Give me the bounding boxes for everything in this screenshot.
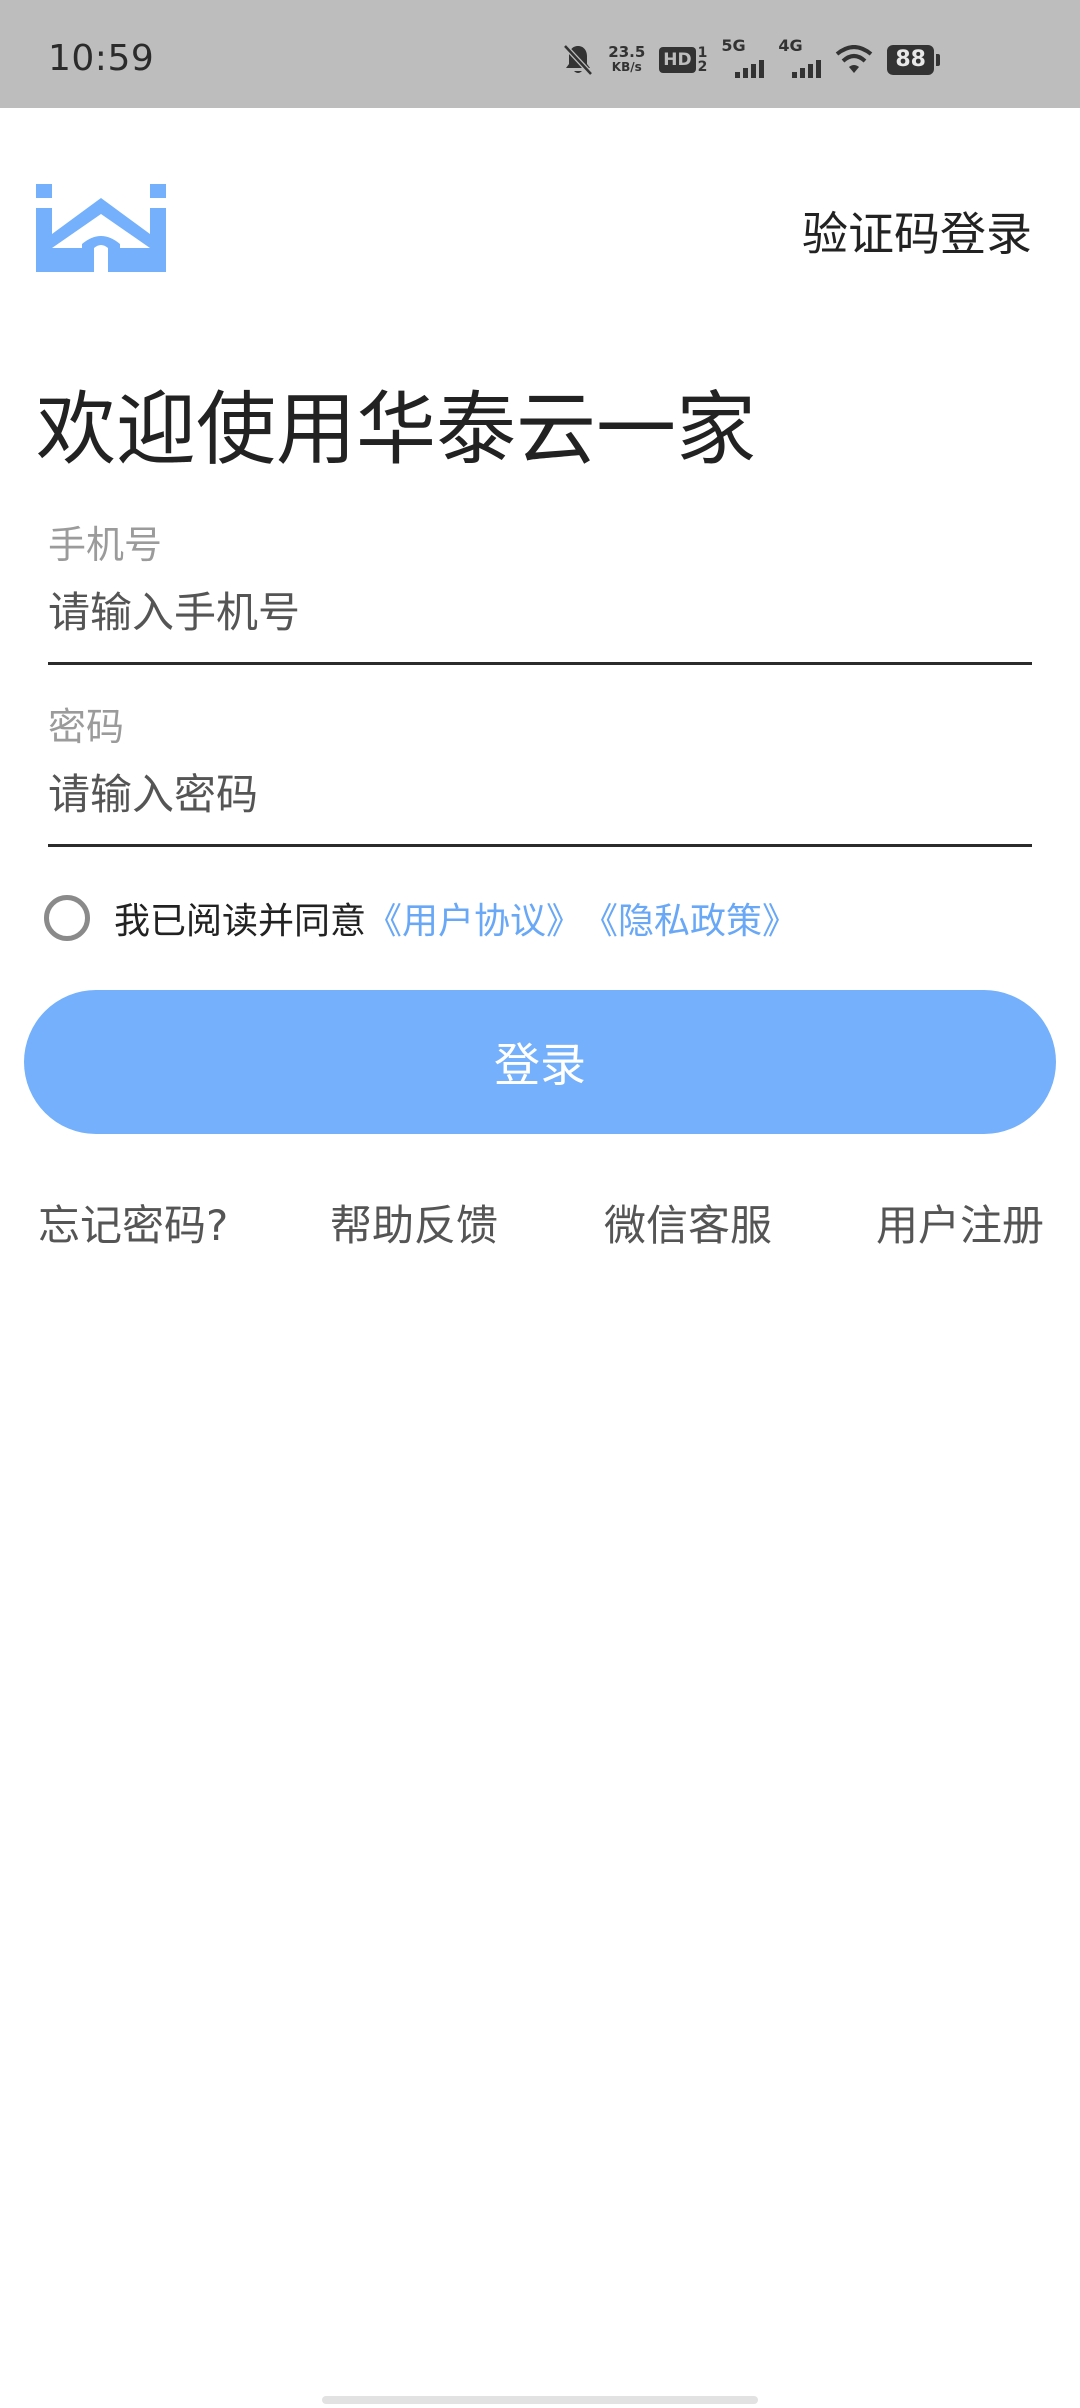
status-icons: 23.5 KB/s HD 1 2 5G 4G 88 (562, 36, 940, 80)
password-label: 密码 (48, 705, 125, 749)
hd-label: HD (659, 47, 696, 73)
wechat-service-link[interactable]: 微信客服 (604, 1192, 772, 1253)
forgot-password-link[interactable]: 忘记密码? (38, 1192, 228, 1253)
phone-field: 手机号 (48, 520, 1032, 665)
help-feedback-link[interactable]: 帮助反馈 (330, 1192, 498, 1253)
signal-5g-label: 5G (721, 36, 746, 55)
sms-code-login-link[interactable]: 验证码登录 (802, 198, 1032, 264)
password-input[interactable] (48, 766, 1032, 822)
battery-level: 88 (887, 45, 934, 75)
home-indicator[interactable] (322, 2396, 758, 2404)
agreement-text: 我已阅读并同意 (114, 901, 367, 942)
phone-label: 手机号 (48, 523, 163, 567)
signal-bars-icon (792, 58, 822, 78)
status-time: 10:59 (48, 38, 155, 79)
user-agreement-link[interactable]: 《用户协议》 (366, 892, 582, 944)
page-title: 欢迎使用华泰云一家 (36, 383, 756, 476)
home-logo-icon (36, 184, 166, 272)
privacy-policy-link[interactable]: 《隐私政策》 (582, 892, 798, 944)
phone-input[interactable] (48, 584, 1032, 640)
wifi-icon (836, 45, 873, 73)
password-field: 密码 (48, 702, 1032, 847)
net-speed-value: 23.5 (608, 43, 646, 61)
signal-4g: 4G (778, 36, 822, 78)
bottom-links: 忘记密码? 帮助反馈 微信客服 用户注册 (0, 1192, 1080, 1252)
hd-sim-numbers: 1 2 (698, 46, 708, 74)
status-bar: 10:59 23.5 KB/s HD 1 2 5G 4G 88 (0, 0, 1080, 108)
register-link[interactable]: 用户注册 (876, 1192, 1044, 1253)
agreement-row: 我已阅读并同意 《用户协议》 《隐私政策》 (44, 890, 798, 946)
bell-mute-icon (563, 44, 594, 76)
signal-bars-icon (735, 58, 765, 78)
signal-4g-label: 4G (778, 36, 803, 55)
agreement-radio[interactable] (44, 895, 90, 941)
network-speed: 23.5 KB/s (608, 45, 645, 75)
hd-sim-top: 1 (697, 45, 708, 61)
signal-5g: 5G (721, 36, 765, 78)
hd-sim-bottom: 2 (697, 59, 708, 75)
battery-icon: 88 (887, 45, 940, 75)
net-speed-unit: KB/s (611, 60, 642, 74)
login-button[interactable]: 登录 (24, 990, 1056, 1134)
hd-voice-badge: HD 1 2 (659, 46, 707, 74)
